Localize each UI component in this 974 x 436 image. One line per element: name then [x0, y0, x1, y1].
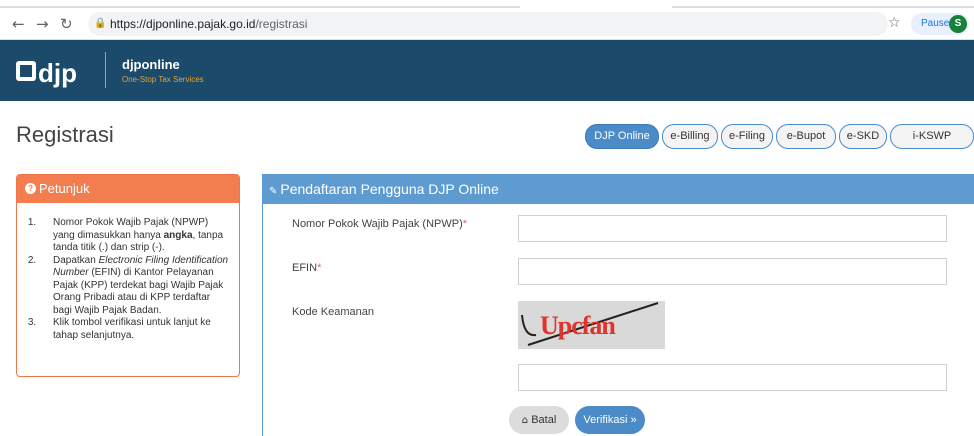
petunjuk-header: ? Petunjuk — [17, 175, 239, 203]
npwp-label: Nomor Pokok Wajib Pajak (NPWP)* — [292, 218, 467, 230]
petunjuk-title: Petunjuk — [39, 181, 90, 196]
bookmark-star-icon[interactable]: ☆ — [888, 15, 901, 31]
logo-square-icon — [16, 61, 36, 82]
brand-tagline: One-Stop Tax Services — [122, 75, 204, 84]
tab-e-skd[interactable]: e-SKD — [839, 124, 887, 149]
browser-toolbar: ← → ↻ 🔒 https://djponline.pajak.go.id/re… — [0, 8, 974, 40]
home-icon: ⌂ — [521, 415, 532, 426]
browser-tabstrip — [0, 0, 974, 8]
brand-name: djponline — [122, 57, 180, 72]
list-item: Klik tombol verifikasi untuk lanjut ke t… — [39, 317, 229, 342]
petunjuk-list: Nomor Pokok Wajib Pajak (NPWP) yang dima… — [17, 203, 239, 342]
required-mark: * — [317, 262, 322, 274]
page-title: Registrasi — [16, 122, 114, 147]
verifikasi-button[interactable]: Verifikasi » — [575, 406, 645, 434]
captcha-text: Upcfan — [540, 311, 616, 340]
required-mark: * — [462, 218, 468, 230]
tab-e-bupot[interactable]: e-Bupot — [776, 124, 836, 149]
question-circle-icon: ? — [25, 183, 36, 195]
reload-icon[interactable]: ↻ — [60, 15, 73, 33]
tab-e-filing[interactable]: e-Filing — [721, 124, 773, 149]
profile-paused-button[interactable]: Paused S — [911, 13, 969, 35]
instruction-emphasis: angka — [163, 229, 193, 241]
avatar: S — [949, 15, 967, 33]
logo-text: djp — [38, 58, 77, 89]
captcha-label: Kode Keamanan — [292, 306, 374, 318]
captcha-image: Upcfan — [518, 301, 665, 349]
instruction-text: Dapatkan — [53, 254, 99, 266]
url-host: https://djponline.pajak.go.id — [110, 17, 256, 31]
djp-logo[interactable]: djp — [16, 54, 92, 88]
tab-djp-online[interactable]: DJP Online — [585, 124, 659, 149]
list-item: Dapatkan Electronic Filing Identificatio… — [39, 255, 229, 318]
list-item: Nomor Pokok Wajib Pajak (NPWP) yang dima… — [39, 217, 229, 255]
efin-input[interactable] — [518, 258, 947, 285]
form-header: ✎ Pendaftaran Pengguna DJP Online — [263, 174, 974, 204]
double-chevron-right-icon: » — [627, 414, 637, 426]
logo-divider — [105, 52, 106, 88]
edit-icon: ✎ — [269, 186, 278, 197]
verifikasi-label: Verifikasi — [583, 414, 628, 426]
npwp-label-text: Nomor Pokok Wajib Pajak (NPWP) — [292, 218, 463, 230]
captcha-input[interactable] — [518, 364, 947, 391]
lock-icon: 🔒 — [94, 18, 107, 29]
forward-arrow-icon[interactable]: → — [36, 15, 49, 33]
petunjuk-panel: ?Petunjuk Nomor Pokok Wajib Pajak (NPWP)… — [16, 174, 240, 377]
instruction-text: Klik tombol verifikasi untuk lanjut ke t… — [53, 317, 211, 341]
url-path: /registrasi — [255, 17, 308, 31]
form-title: Pendaftaran Pengguna DJP Online — [280, 181, 499, 197]
back-arrow-icon[interactable]: ← — [12, 15, 25, 33]
batal-label: Batal — [531, 414, 557, 426]
tab-e-billing[interactable]: e-Billing — [662, 124, 718, 149]
efin-label: EFIN* — [292, 262, 321, 274]
batal-button[interactable]: ⌂ Batal — [509, 406, 569, 434]
registration-form-panel: ✎ Pendaftaran Pengguna DJP Online Nomor P… — [262, 174, 974, 436]
npwp-input[interactable] — [518, 215, 947, 242]
efin-label-text: EFIN — [292, 262, 318, 274]
tab-i-kswp[interactable]: i-KSWP — [890, 124, 974, 149]
site-header: djp djponline One-Stop Tax Services — [0, 40, 974, 101]
address-bar[interactable]: 🔒 https://djponline.pajak.go.id/registra… — [88, 12, 888, 36]
